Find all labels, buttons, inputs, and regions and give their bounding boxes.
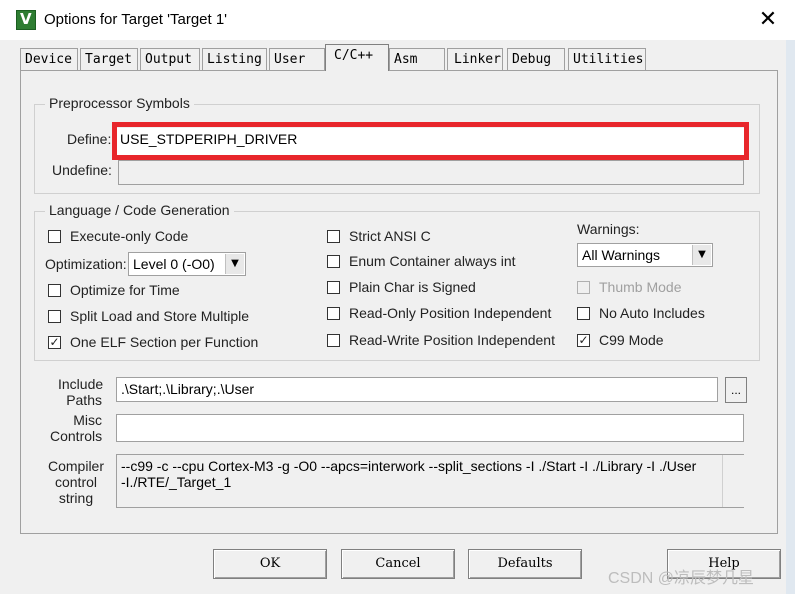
check-icon[interactable]: ✓ xyxy=(577,334,590,347)
include-paths-label: Include Paths xyxy=(58,376,104,408)
optimization-value: Level 0 (-O0) xyxy=(133,256,215,272)
one-elf-section-label: One ELF Section per Function xyxy=(70,334,259,350)
split-load-store-box[interactable] xyxy=(48,310,61,323)
chevron-down-icon[interactable]: ▼ xyxy=(225,254,244,274)
compiler-string-scrollbar[interactable] xyxy=(722,455,744,507)
strict-ansi-c-box[interactable] xyxy=(327,230,340,243)
execute-only-code-box[interactable] xyxy=(48,230,61,243)
misc-controls-field[interactable] xyxy=(116,414,744,442)
options-dialog: V Options for Target 'Target 1' ✕ Device… xyxy=(0,0,795,594)
warnings-select[interactable]: All Warnings ▼ xyxy=(577,243,713,267)
include-label-line2: Paths xyxy=(66,392,102,408)
tab-output[interactable]: Output xyxy=(140,48,200,70)
warnings-label: Warnings: xyxy=(577,221,640,237)
rw-position-independent-box[interactable] xyxy=(327,334,340,347)
define-label: Define: xyxy=(67,131,112,147)
include-paths-field[interactable]: .\Start;.\Library;.\User xyxy=(116,377,718,402)
language-group-title: Language / Code Generation xyxy=(45,202,234,218)
compiler-label-line2: control xyxy=(54,474,98,490)
ro-position-independent-box[interactable] xyxy=(327,307,340,320)
enum-container-box[interactable] xyxy=(327,255,340,268)
no-auto-includes-label: No Auto Includes xyxy=(599,305,705,321)
compiler-control-string-label: Compiler control string xyxy=(44,458,108,506)
tab-device[interactable]: Device xyxy=(20,48,78,70)
check-icon[interactable]: ✓ xyxy=(48,336,61,349)
tab-debug[interactable]: Debug xyxy=(507,48,565,70)
misc-label-line1: Misc xyxy=(73,412,102,428)
keil-app-icon: V xyxy=(16,10,36,30)
thumb-mode-box xyxy=(577,281,590,294)
optimize-for-time-box[interactable] xyxy=(48,284,61,297)
c99-mode-label: C99 Mode xyxy=(599,332,664,348)
plain-char-signed-label: Plain Char is Signed xyxy=(349,279,476,295)
app-icon-letter: V xyxy=(20,10,32,28)
define-highlight-box xyxy=(112,122,749,160)
compiler-label-line1: Compiler xyxy=(47,458,104,474)
csdn-watermark: CSDN @凉辰梦几星 xyxy=(608,570,755,587)
split-load-store-label: Split Load and Store Multiple xyxy=(70,308,249,324)
include-paths-browse-button[interactable]: ... xyxy=(725,377,747,403)
include-label-line1: Include xyxy=(58,376,104,392)
ro-position-independent-label: Read-Only Position Independent xyxy=(349,305,552,321)
tab-target[interactable]: Target xyxy=(80,48,138,70)
execute-only-code-label: Execute-only Code xyxy=(70,228,189,244)
tab-user[interactable]: User xyxy=(269,48,325,70)
title-bar: V Options for Target 'Target 1' ✕ xyxy=(0,0,795,40)
thumb-mode-label: Thumb Mode xyxy=(599,279,682,295)
tab-asm[interactable]: Asm xyxy=(389,48,445,70)
rw-position-independent-label: Read-Write Position Independent xyxy=(349,332,555,348)
cancel-button[interactable]: Cancel xyxy=(341,549,455,579)
warnings-value: All Warnings xyxy=(582,247,661,263)
background-window-strip xyxy=(786,40,795,594)
misc-label-line2: Controls xyxy=(50,428,103,444)
misc-controls-label: Misc Controls xyxy=(50,412,102,444)
enum-container-label: Enum Container always int xyxy=(349,253,516,269)
strict-ansi-c-label: Strict ANSI C xyxy=(349,228,431,244)
tab-listing[interactable]: Listing xyxy=(202,48,267,70)
optimization-select[interactable]: Level 0 (-O0) ▼ xyxy=(128,252,246,276)
optimize-for-time-label: Optimize for Time xyxy=(70,282,180,298)
preprocessor-group-title: Preprocessor Symbols xyxy=(45,95,194,111)
compiler-control-string-field: --c99 -c --cpu Cortex-M3 -g -O0 --apcs=i… xyxy=(116,454,744,508)
tab-linker[interactable]: Linker xyxy=(447,48,503,70)
optimization-label: Optimization: xyxy=(45,256,127,272)
plain-char-signed-box[interactable] xyxy=(327,281,340,294)
tab-c-cpp[interactable]: C/C++ xyxy=(325,44,389,71)
close-icon[interactable]: ✕ xyxy=(750,4,786,36)
no-auto-includes-box[interactable] xyxy=(577,307,590,320)
ok-button[interactable]: OK xyxy=(213,549,327,579)
compiler-label-line3: string xyxy=(58,490,94,506)
tab-utilities[interactable]: Utilities xyxy=(568,48,646,70)
defaults-button[interactable]: Defaults xyxy=(468,549,582,579)
undefine-field[interactable] xyxy=(118,160,744,185)
chevron-down-icon[interactable]: ▼ xyxy=(692,245,711,265)
undefine-label: Undefine: xyxy=(52,162,112,178)
window-title: Options for Target 'Target 1' xyxy=(44,11,228,28)
